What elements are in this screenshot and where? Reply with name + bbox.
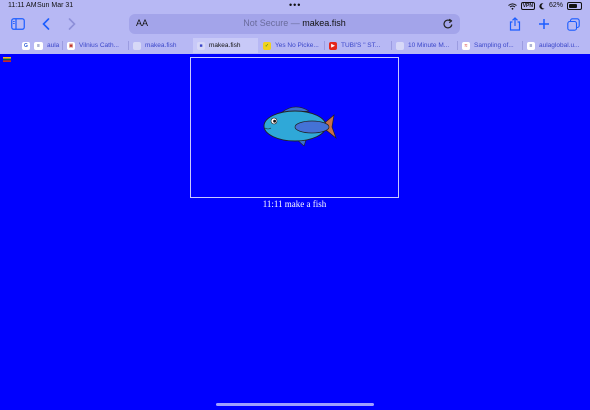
browser-chrome: 11:11 AM Sun Mar 31 ••• VPN 62% AA Not S…: [0, 0, 590, 54]
wifi-icon: [507, 2, 517, 10]
sampling-favicon-icon: ≈: [462, 41, 470, 50]
google-favicon-icon: G: [22, 41, 30, 50]
tab-label: Vilnius Cath...: [79, 42, 119, 49]
sidebar-toggle-icon[interactable]: [10, 16, 26, 32]
tab-overview-icon[interactable]: [565, 16, 581, 32]
moon-icon: [539, 2, 545, 9]
page-favicon-icon: [396, 41, 404, 50]
tab-makea-fish-active[interactable]: ■ makea.fish: [193, 38, 258, 53]
url-display[interactable]: Not Secure — makea.fish: [129, 18, 460, 28]
fish-canvas[interactable]: [190, 57, 399, 198]
picker-favicon-icon: ✓: [263, 41, 271, 50]
page-favicon-icon: ■: [197, 41, 205, 50]
cathedral-favicon-icon: ▣: [67, 41, 75, 50]
tab-yes-no-picker[interactable]: ✓ Yes No Picke...: [259, 38, 323, 53]
fish-side-fin: [294, 120, 330, 134]
forward-chevron-icon[interactable]: [64, 16, 80, 32]
tab-label: makea.fish: [209, 42, 241, 49]
aula-favicon-icon: ≡: [527, 41, 535, 50]
browser-toolbar: AA Not Secure — makea.fish: [0, 12, 590, 36]
page-caption: 11:11 make a fish: [262, 199, 327, 209]
tab-tubis[interactable]: ▶ TUBI'S " ST...: [325, 38, 391, 53]
tab-aula[interactable]: G ≡ aula: [18, 38, 62, 53]
tab-label: aula: [47, 42, 60, 49]
new-tab-plus-icon[interactable]: [536, 16, 552, 32]
address-bar[interactable]: AA Not Secure — makea.fish: [129, 14, 460, 34]
vpn-badge: VPN: [520, 2, 535, 10]
fish-pupil: [273, 119, 276, 123]
back-chevron-icon[interactable]: [38, 16, 54, 32]
status-time: 11:11 AM: [8, 2, 37, 9]
status-date: Sun Mar 31: [37, 2, 74, 9]
share-icon[interactable]: [507, 16, 523, 32]
status-bar: 11:11 AM Sun Mar 31 ••• VPN 62%: [0, 0, 590, 12]
battery-percent: 62%: [548, 2, 563, 9]
tab-label: aulaglobal.u...: [539, 42, 580, 49]
page-favicon-icon: [133, 41, 141, 50]
tab-10-minute[interactable]: 10 Minute M...: [392, 38, 457, 53]
tab-vilnius-cathedral[interactable]: ▣ Vilnius Cath...: [63, 38, 128, 53]
status-indicators: VPN 62%: [507, 0, 582, 12]
youtube-favicon-icon: ▶: [329, 41, 337, 50]
tab-label: Yes No Picke...: [275, 42, 319, 49]
flag-icon: [3, 57, 11, 62]
reload-icon[interactable]: [442, 18, 454, 30]
tab-label: TUBI'S " ST...: [341, 42, 381, 49]
aula-favicon-icon: ≡: [34, 41, 43, 50]
tab-aulaglobal[interactable]: ≡ aulaglobal.u...: [523, 38, 587, 53]
tab-sampling[interactable]: ≈ Sampling of...: [458, 38, 522, 53]
battery-icon: [567, 2, 582, 10]
multitasking-dots-icon[interactable]: •••: [289, 0, 301, 10]
tab-label: makea.fish: [145, 42, 177, 49]
tab-label: 10 Minute M...: [408, 42, 450, 49]
security-label: Not Secure —: [243, 18, 300, 28]
fish-drawing: [263, 106, 337, 147]
url-domain: makea.fish: [302, 18, 346, 28]
tab-label: Sampling of...: [474, 42, 514, 49]
tab-bar: G ≡ aula ▣ Vilnius Cath... makea.fish ■ …: [0, 37, 590, 54]
tab-makea-fish-1[interactable]: makea.fish: [129, 38, 193, 53]
home-indicator[interactable]: [216, 403, 374, 406]
